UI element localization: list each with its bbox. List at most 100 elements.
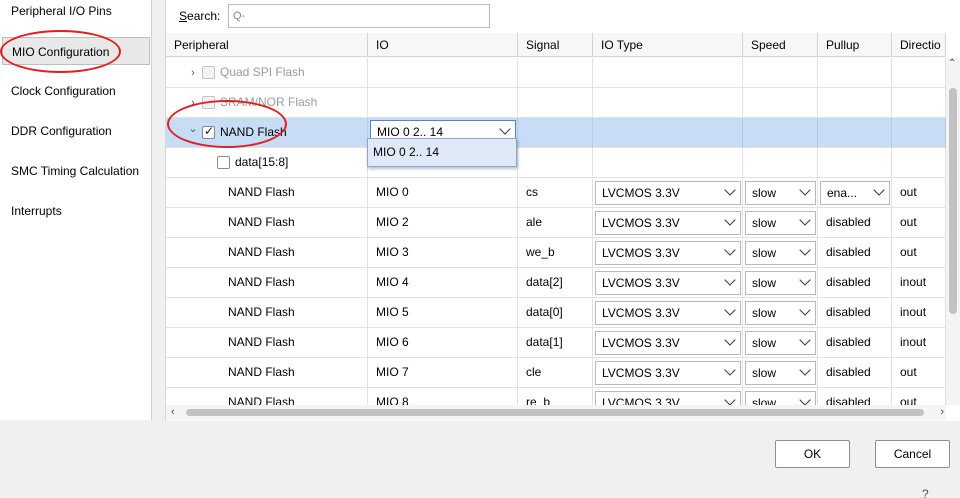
io-type-select[interactable]: LVCMOS 3.3V xyxy=(595,241,741,265)
cell-io: MIO 4 xyxy=(368,268,518,298)
col-header-pullup[interactable]: Pullup xyxy=(818,33,892,57)
cell-peripheral: NAND Flash xyxy=(166,298,368,328)
table-row[interactable]: NAND Flash MIO 0 cs LVCMOS 3.3V slow ena... ou… xyxy=(166,178,946,208)
checkbox[interactable] xyxy=(217,156,230,169)
scroll-right-icon[interactable]: › xyxy=(940,406,944,418)
table-row[interactable]: › Quad SPI Flash xyxy=(166,58,946,88)
io-type-value: LVCMOS 3.3V xyxy=(602,186,680,200)
checkbox[interactable] xyxy=(202,66,215,79)
table-row[interactable]: NAND Flash MIO 6 data[1] LVCMOS 3.3V slow dis… xyxy=(166,328,946,358)
col-header-io-type[interactable]: IO Type xyxy=(593,33,743,57)
speed-select[interactable]: slow xyxy=(745,211,816,235)
col-header-io[interactable]: IO xyxy=(368,33,518,57)
cell-signal xyxy=(518,58,593,88)
table-row[interactable]: NAND Flash MIO 5 data[0] LVCMOS 3.3V slow dis… xyxy=(166,298,946,328)
io-type-select[interactable]: LVCMOS 3.3V xyxy=(595,361,741,385)
vertical-scrollbar[interactable]: ⌃ xyxy=(946,58,960,405)
col-header-signal[interactable]: Signal xyxy=(518,33,593,57)
table-row[interactable]: NAND Flash MIO 3 we_b LVCMOS 3.3V slow disabl… xyxy=(166,238,946,268)
cell-speed: slow xyxy=(743,328,818,358)
cell-signal: data[0] xyxy=(518,298,593,328)
table-row[interactable]: › SRAM/NOR Flash xyxy=(166,88,946,118)
expand-icon[interactable]: › xyxy=(188,98,198,109)
cell-direction xyxy=(892,148,946,178)
cell-io: MIO 6 xyxy=(368,328,518,358)
io-type-select[interactable]: LVCMOS 3.3V xyxy=(595,331,741,355)
chevron-down-icon xyxy=(724,334,736,346)
nav-item-mio-configuration[interactable]: MIO Configuration xyxy=(2,37,150,65)
search-box[interactable]: Q- xyxy=(228,4,490,28)
io-type-select[interactable]: LVCMOS 3.3V xyxy=(595,181,741,205)
horizontal-scroll-thumb[interactable] xyxy=(186,409,924,416)
speed-select[interactable]: slow xyxy=(745,241,816,265)
cell-pullup: disabled xyxy=(818,238,892,268)
io-type-select[interactable]: LVCMOS 3.3V xyxy=(595,211,741,235)
table-row[interactable]: data[15:8] xyxy=(166,148,946,178)
cell-pullup: disabled xyxy=(818,298,892,328)
table-row[interactable]: NAND Flash MIO 8 re_b LVCMOS 3.3V slow disabl… xyxy=(166,388,946,405)
io-type-select[interactable]: LVCMOS 3.3V xyxy=(595,301,741,325)
speed-select[interactable]: slow xyxy=(745,301,816,325)
cell-speed: slow xyxy=(743,358,818,388)
table-row[interactable]: NAND Flash MIO 2 ale LVCMOS 3.3V slow disable… xyxy=(166,208,946,238)
checkbox[interactable] xyxy=(202,96,215,109)
cell-direction: out xyxy=(892,208,946,238)
scroll-left-icon[interactable]: ‹ xyxy=(171,406,175,418)
search-input[interactable] xyxy=(251,7,487,25)
io-dropdown-option[interactable]: MIO 0 2.. 14 xyxy=(367,138,517,167)
table-row[interactable]: ⌄ ✓ NAND Flash MIO 0 2.. 14 xyxy=(166,118,946,148)
checkbox[interactable]: ✓ xyxy=(202,124,215,139)
cell-direction: out xyxy=(892,388,946,405)
cell-speed xyxy=(743,88,818,118)
cell-io-type: LVCMOS 3.3V xyxy=(593,208,743,238)
collapse-icon[interactable]: ⌄ xyxy=(188,124,198,135)
chevron-down-icon xyxy=(724,184,736,196)
io-type-select[interactable]: LVCMOS 3.3V xyxy=(595,271,741,295)
cell-direction: inout xyxy=(892,268,946,298)
cell-io-type xyxy=(593,58,743,88)
vertical-scroll-thumb[interactable] xyxy=(949,88,957,314)
cell-pullup xyxy=(818,118,892,148)
cancel-button[interactable]: Cancel xyxy=(875,440,950,468)
chevron-down-icon xyxy=(724,274,736,286)
nav-item-smc-timing-calculation[interactable]: SMC Timing Calculation xyxy=(2,157,150,185)
io-type-value: LVCMOS 3.3V xyxy=(602,276,680,290)
speed-value: slow xyxy=(752,216,777,230)
nav-item-ddr-configuration[interactable]: DDR Configuration xyxy=(2,117,150,145)
help-icon[interactable]: ? xyxy=(922,487,929,498)
nav-item-clock-configuration[interactable]: Clock Configuration xyxy=(2,77,150,105)
cell-direction: inout xyxy=(892,328,946,358)
col-header-speed[interactable]: Speed xyxy=(743,33,818,57)
col-header-direction[interactable]: Directio xyxy=(892,33,946,57)
io-type-value: LVCMOS 3.3V xyxy=(602,216,680,230)
peripheral-label: NAND Flash xyxy=(228,365,295,379)
speed-select[interactable]: slow xyxy=(745,181,816,205)
speed-select[interactable]: slow xyxy=(745,331,816,355)
scroll-up-icon[interactable]: ⌃ xyxy=(948,58,956,69)
speed-select[interactable]: slow xyxy=(745,391,816,405)
cell-io: MIO 7 xyxy=(368,358,518,388)
cell-peripheral: NAND Flash xyxy=(166,328,368,358)
nav-item-interrupts[interactable]: Interrupts xyxy=(2,197,150,225)
cell-io: MIO 0 xyxy=(368,178,518,208)
speed-select[interactable]: slow xyxy=(745,361,816,385)
nav-item-peripheral-io-pins[interactable]: Peripheral I/O Pins xyxy=(2,0,150,25)
speed-value: slow xyxy=(752,246,777,260)
chevron-down-icon xyxy=(799,364,811,376)
expand-icon[interactable]: › xyxy=(188,68,198,79)
table-row[interactable]: NAND Flash MIO 4 data[2] LVCMOS 3.3V slow dis… xyxy=(166,268,946,298)
cell-pullup: disabled xyxy=(818,268,892,298)
cell-direction: inout xyxy=(892,298,946,328)
speed-select[interactable]: slow xyxy=(745,271,816,295)
horizontal-scrollbar[interactable]: ‹ › xyxy=(166,405,946,420)
col-header-peripheral[interactable]: Peripheral xyxy=(166,33,368,57)
ok-button[interactable]: OK xyxy=(775,440,850,468)
pullup-select[interactable]: ena... xyxy=(820,181,890,205)
cell-peripheral: NAND Flash xyxy=(166,178,368,208)
speed-value: slow xyxy=(752,366,777,380)
cell-io: MIO 8 xyxy=(368,388,518,405)
io-type-select[interactable]: LVCMOS 3.3V xyxy=(595,391,741,405)
table-row[interactable]: NAND Flash MIO 7 cle LVCMOS 3.3V slow disable… xyxy=(166,358,946,388)
cell-pullup: disabled xyxy=(818,208,892,238)
chevron-down-icon xyxy=(799,274,811,286)
